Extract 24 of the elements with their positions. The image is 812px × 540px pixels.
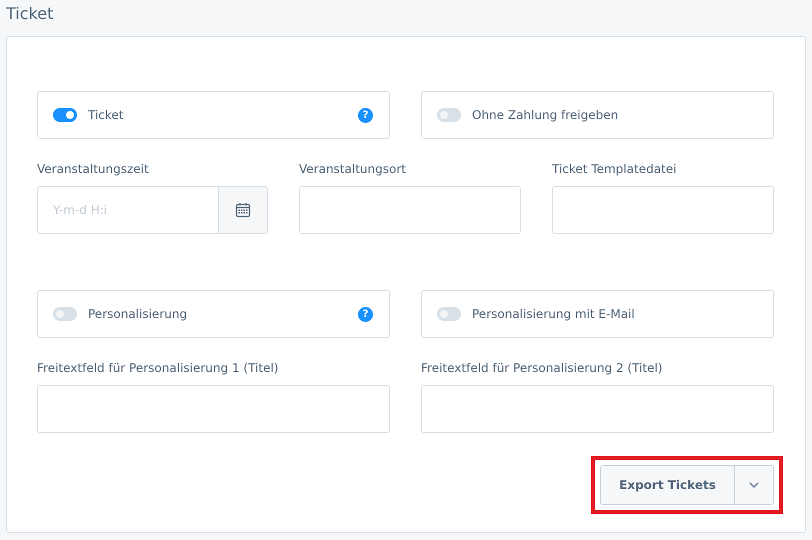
- toggle-label: Ohne Zahlung freigeben: [472, 108, 620, 122]
- field-label: Freitextfeld für Personalisierung 1 (Titel): [37, 360, 280, 376]
- toggle-switch[interactable]: [53, 108, 77, 122]
- toggle-label: Personalisierung mit E-Mail: [472, 307, 636, 321]
- field-label: Ticket Templatedatei: [552, 161, 678, 177]
- field-label: Veranstaltungszeit: [37, 161, 150, 177]
- toggle-label: Ticket: [88, 108, 125, 122]
- field-label: Veranstaltungsort: [299, 161, 407, 177]
- text-field[interactable]: [421, 385, 774, 433]
- toggle-switch[interactable]: [53, 307, 77, 321]
- chevron-down-icon: [748, 481, 760, 489]
- toggle-switch[interactable]: [437, 108, 461, 122]
- calendar-button[interactable]: [218, 186, 268, 234]
- calendar-icon: [235, 202, 251, 218]
- section-title: Ticket: [6, 3, 54, 25]
- toggle-switch[interactable]: [437, 307, 461, 321]
- text-field[interactable]: [37, 385, 390, 433]
- help-button[interactable]: ?: [358, 108, 373, 122]
- help-button[interactable]: ?: [358, 306, 373, 322]
- text-field[interactable]: [552, 186, 774, 234]
- field-label: Freitextfeld für Personalisierung 2 (Titel): [421, 360, 664, 376]
- toggle-label: Personalisierung: [88, 307, 188, 321]
- text-field[interactable]: [299, 186, 521, 234]
- date-field[interactable]: Y-m-d H:i: [37, 186, 218, 234]
